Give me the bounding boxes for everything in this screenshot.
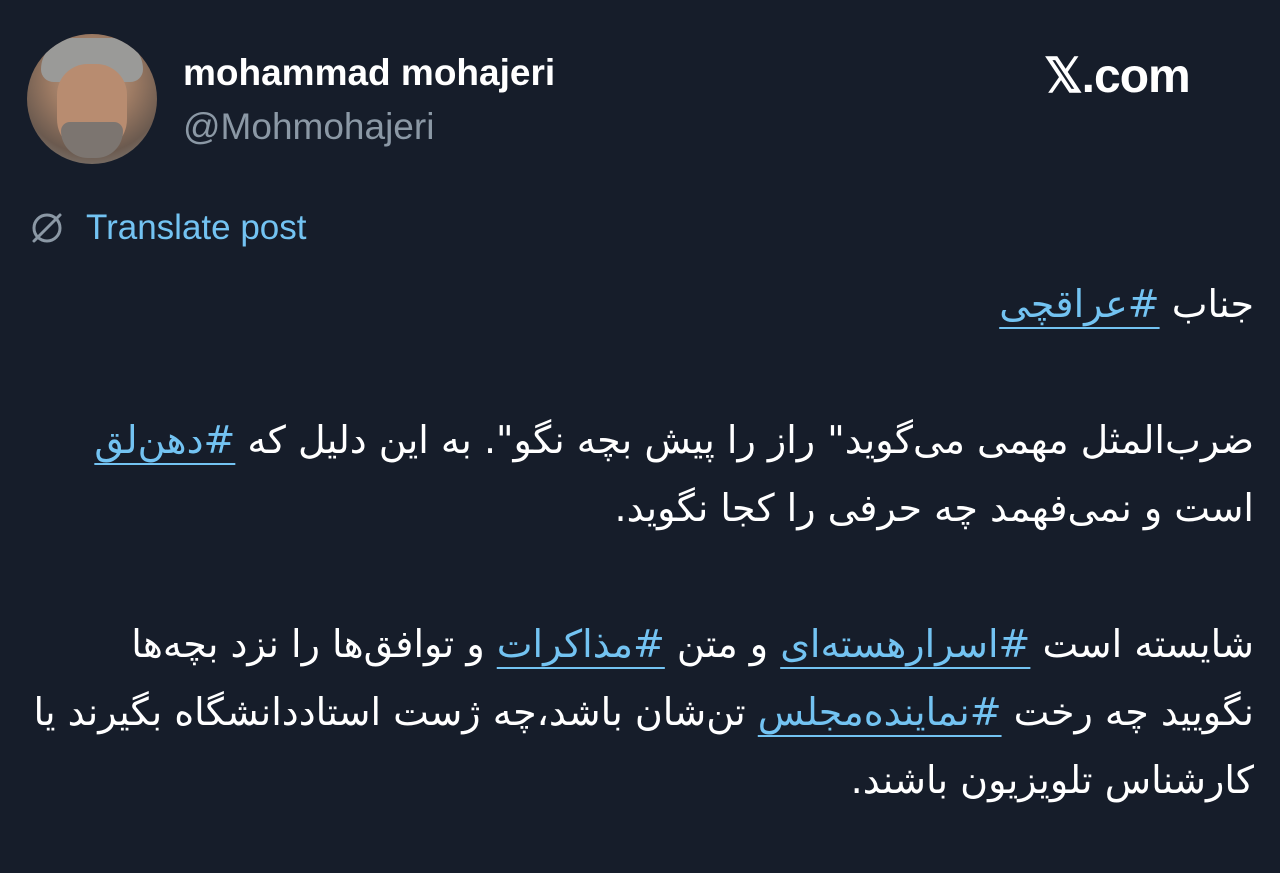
- post-paragraph-proverb: ضرب‌المثل مهمی می‌گوید" راز را پیش بچه ن…: [30, 406, 1254, 542]
- post-text: است و نمی‌فهمد چه حرفی را کجا نگوید.: [614, 486, 1255, 530]
- translate-globe-icon: [28, 209, 66, 247]
- translate-post-button[interactable]: Translate post: [28, 208, 306, 248]
- author-handle[interactable]: @Mohmohajeri: [183, 106, 434, 148]
- author-display-name[interactable]: mohammad mohajeri: [183, 52, 555, 94]
- hashtag-link[interactable]: #مذاکرات: [497, 622, 665, 666]
- avatar-beard: [61, 122, 123, 158]
- post-text: شایسته است: [1030, 622, 1254, 666]
- x-brand-logo: 𝕏.com: [1044, 50, 1191, 103]
- post-text: و متن: [664, 622, 781, 666]
- hashtag-link[interactable]: #دهن‌لق: [94, 418, 235, 462]
- post-text: جناب: [1159, 282, 1254, 326]
- hashtag-link[interactable]: #نماینده‌مجلس: [758, 690, 1002, 734]
- post-text: ضرب‌المثل مهمی می‌گوید" راز را پیش بچه ن…: [235, 418, 1254, 462]
- post-body: جناب #عراقچی ضرب‌المثل مهمی می‌گوید" راز…: [30, 270, 1254, 814]
- hashtag-link[interactable]: #عراقچی: [999, 282, 1159, 326]
- author-avatar[interactable]: [27, 34, 157, 164]
- post-line-greeting: جناب #عراقچی: [30, 270, 1254, 338]
- post-paragraph-secrets: شایسته است #اسرارهسته‌ای و متن #مذاکرات …: [30, 610, 1254, 814]
- hashtag-link[interactable]: #اسرارهسته‌ای: [780, 622, 1030, 666]
- translate-post-label: Translate post: [86, 208, 307, 247]
